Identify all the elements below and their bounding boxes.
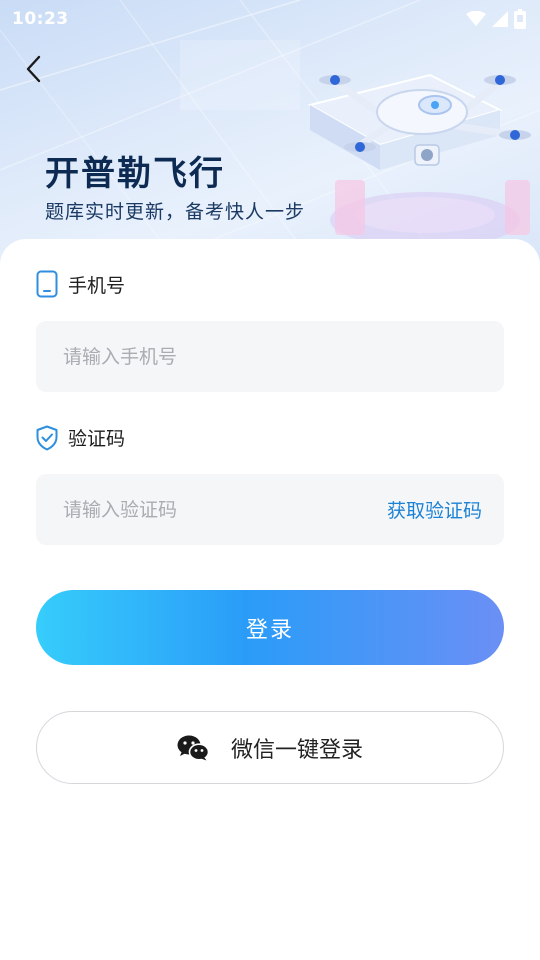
wechat-login-label: 微信一键登录 [230, 737, 363, 763]
battery-icon [514, 9, 526, 29]
phone-icon [36, 270, 58, 298]
code-label-text: 验证码 [68, 428, 126, 450]
wifi-icon [466, 11, 486, 26]
signal-icon [492, 11, 508, 27]
code-input[interactable] [63, 498, 387, 521]
back-button[interactable] [16, 52, 50, 86]
phone-input-box[interactable] [36, 321, 504, 392]
chevron-left-icon [26, 55, 41, 83]
drone-illustration [307, 73, 531, 248]
code-field-label: 验证码 [36, 424, 125, 451]
get-code-button[interactable]: 获取验证码 [387, 496, 482, 523]
login-button[interactable]: 登录 [36, 590, 504, 665]
phone-field-label: 手机号 [36, 270, 125, 298]
wechat-icon [177, 735, 209, 761]
app-title: 开普勒飞行 [45, 154, 225, 194]
shield-check-icon [36, 425, 58, 450]
app-slogan: 题库实时更新，备考快人一步 [45, 201, 306, 223]
phone-label-text: 手机号 [68, 274, 126, 297]
status-bar: 10:23 [0, 0, 540, 38]
status-time: 10:23 [12, 9, 69, 29]
code-input-box[interactable]: 获取验证码 [36, 474, 504, 545]
phone-input[interactable] [63, 345, 482, 368]
wechat-login-button[interactable]: 微信一键登录 [36, 711, 504, 784]
status-icons [466, 9, 526, 29]
